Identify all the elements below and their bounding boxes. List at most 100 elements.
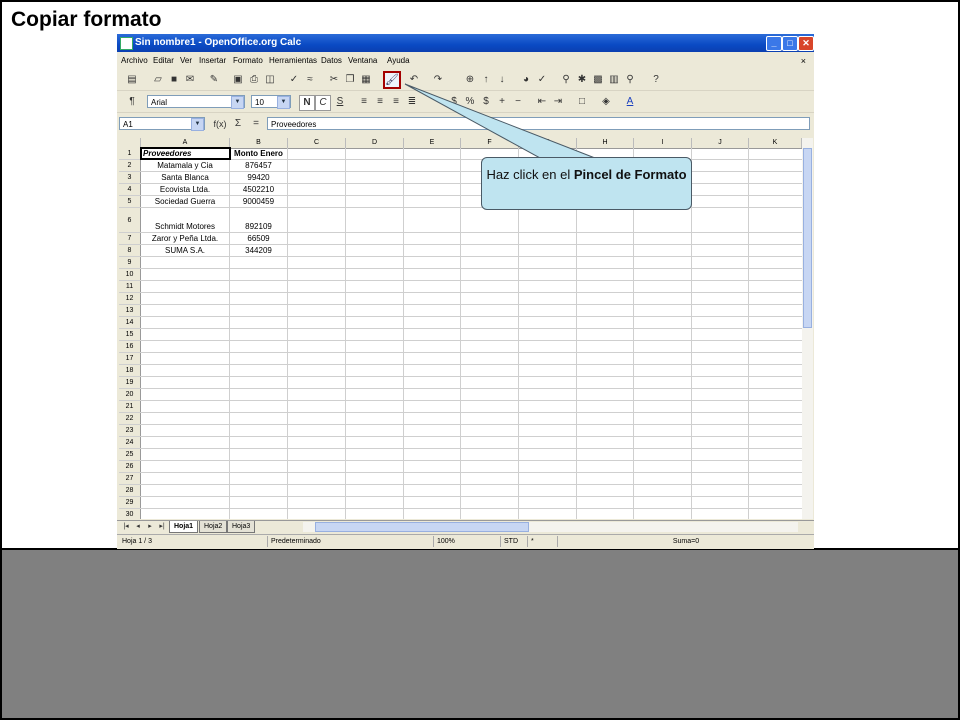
cell-b[interactable] xyxy=(230,437,288,448)
minimize-button[interactable]: _ xyxy=(766,36,782,51)
sheet-tab-hoja2[interactable]: Hoja2 xyxy=(199,521,228,533)
menu-datos[interactable]: Datos xyxy=(321,56,342,65)
row-header[interactable]: 24 xyxy=(119,437,141,448)
cell-b[interactable] xyxy=(230,269,288,280)
cell-b[interactable] xyxy=(230,377,288,388)
cell-a[interactable] xyxy=(141,341,230,352)
find-replace-icon[interactable]: ⚲ xyxy=(559,73,573,87)
new-document-icon[interactable]: ▤ xyxy=(125,73,139,87)
cell-b[interactable] xyxy=(230,413,288,424)
data-sources-icon[interactable]: ▥ xyxy=(607,73,621,87)
align-center-icon[interactable]: ≡ xyxy=(373,95,387,109)
cell-a[interactable] xyxy=(141,353,230,364)
cell-a[interactable]: Sociedad Guerra xyxy=(141,196,230,207)
cell-a[interactable] xyxy=(141,293,230,304)
draw-functions-icon[interactable]: ✓ xyxy=(535,73,549,87)
redo-icon[interactable]: ↷ xyxy=(431,73,445,87)
cell-a[interactable] xyxy=(141,389,230,400)
bold-button[interactable]: N xyxy=(299,95,315,111)
formula-input[interactable]: Proveedores xyxy=(267,117,810,130)
cell-b[interactable]: 344209 xyxy=(230,245,288,256)
row-header[interactable]: 15 xyxy=(119,329,141,340)
autospellcheck-icon[interactable]: ≈ xyxy=(303,73,317,87)
row-header[interactable]: 4 xyxy=(119,184,141,195)
column-header[interactable]: B xyxy=(230,138,288,148)
justify-icon[interactable]: ≣ xyxy=(405,95,419,109)
row-header[interactable]: 3 xyxy=(119,172,141,183)
clone-formatting-paintbrush-button[interactable]: 🖌 xyxy=(383,71,401,89)
cell-b[interactable]: 9000459 xyxy=(230,196,288,207)
italic-button[interactable]: C xyxy=(315,95,331,111)
percent-format-icon[interactable]: % xyxy=(463,95,477,109)
save-icon[interactable]: ■ xyxy=(167,73,181,87)
cell-b[interactable] xyxy=(230,293,288,304)
cell-a[interactable]: Santa Blanca xyxy=(141,172,230,183)
paste-icon[interactable]: ▦ xyxy=(359,73,373,87)
cell-b[interactable] xyxy=(230,341,288,352)
menu-ver[interactable]: Ver xyxy=(180,56,192,65)
cell-b[interactable] xyxy=(230,365,288,376)
row-header[interactable]: 26 xyxy=(119,461,141,472)
cell-b[interactable] xyxy=(230,425,288,436)
scrollbar-thumb[interactable] xyxy=(315,522,529,532)
column-header[interactable]: D xyxy=(346,138,404,148)
menu-formato[interactable]: Formato xyxy=(233,56,263,65)
row-header[interactable]: 20 xyxy=(119,389,141,400)
cell-a[interactable] xyxy=(141,377,230,388)
cell-b[interactable] xyxy=(230,353,288,364)
row-header[interactable]: 21 xyxy=(119,401,141,412)
cell-a[interactable] xyxy=(141,425,230,436)
cell-b[interactable] xyxy=(230,329,288,340)
row-header[interactable]: 22 xyxy=(119,413,141,424)
cell-a[interactable]: Zaror y Peña Ltda. xyxy=(141,233,230,244)
font-color-icon[interactable]: A xyxy=(623,95,637,109)
cell-b[interactable]: 876457 xyxy=(230,160,288,171)
row-header[interactable]: 11 xyxy=(119,281,141,292)
menu-ventana[interactable]: Ventana xyxy=(348,56,377,65)
cell-b[interactable]: 892109 xyxy=(230,208,288,232)
cell-a[interactable] xyxy=(141,281,230,292)
export-pdf-icon[interactable]: ▣ xyxy=(231,73,245,87)
zoom-icon[interactable]: ⚲ xyxy=(623,73,637,87)
row-header[interactable]: 8 xyxy=(119,245,141,256)
undo-icon[interactable]: ↶ xyxy=(407,73,421,87)
menu-editar[interactable]: Editar xyxy=(153,56,174,65)
row-header[interactable]: 9 xyxy=(119,257,141,268)
decrease-indent-icon[interactable]: ⇤ xyxy=(535,95,549,109)
row-header[interactable]: 25 xyxy=(119,449,141,460)
row-header[interactable]: 27 xyxy=(119,473,141,484)
column-header[interactable]: A xyxy=(141,138,230,148)
column-header[interactable]: E xyxy=(404,138,461,148)
row-header[interactable]: 23 xyxy=(119,425,141,436)
edit-file-icon[interactable]: ✎ xyxy=(207,73,221,87)
cell-a[interactable] xyxy=(141,305,230,316)
copy-icon[interactable]: ❐ xyxy=(343,73,357,87)
cell-a[interactable] xyxy=(141,461,230,472)
chevron-down-icon[interactable]: ▼ xyxy=(231,96,244,109)
sort-ascending-icon[interactable]: ↑ xyxy=(479,73,493,87)
row-header[interactable]: 7 xyxy=(119,233,141,244)
cell-a[interactable] xyxy=(141,509,230,519)
cell-a[interactable] xyxy=(141,317,230,328)
close-document-icon[interactable]: × xyxy=(801,56,806,66)
column-header[interactable]: K xyxy=(749,138,802,148)
cell-a[interactable] xyxy=(141,269,230,280)
menu-archivo[interactable]: Archivo xyxy=(121,56,148,65)
standard-format-icon[interactable]: $ xyxy=(479,95,493,109)
vertical-scrollbar[interactable] xyxy=(802,138,813,519)
cell-a[interactable] xyxy=(141,497,230,508)
cell-a[interactable] xyxy=(141,413,230,424)
cell-a[interactable] xyxy=(141,257,230,268)
add-decimal-icon[interactable]: + xyxy=(495,95,509,109)
cell-a[interactable] xyxy=(141,437,230,448)
last-sheet-icon[interactable]: ▸| xyxy=(155,521,169,532)
sheet-tab-hoja1[interactable]: Hoja1 xyxy=(169,521,199,533)
row-header[interactable]: 10 xyxy=(119,269,141,280)
menu-herramientas[interactable]: Herramientas xyxy=(269,56,317,65)
cell-a[interactable] xyxy=(141,449,230,460)
select-all-corner[interactable] xyxy=(119,138,141,148)
cell-b[interactable]: 66509 xyxy=(230,233,288,244)
cell-a[interactable] xyxy=(141,329,230,340)
navigator-icon[interactable]: ✱ xyxy=(575,73,589,87)
sheet-tab-hoja3[interactable]: Hoja3 xyxy=(227,521,256,533)
